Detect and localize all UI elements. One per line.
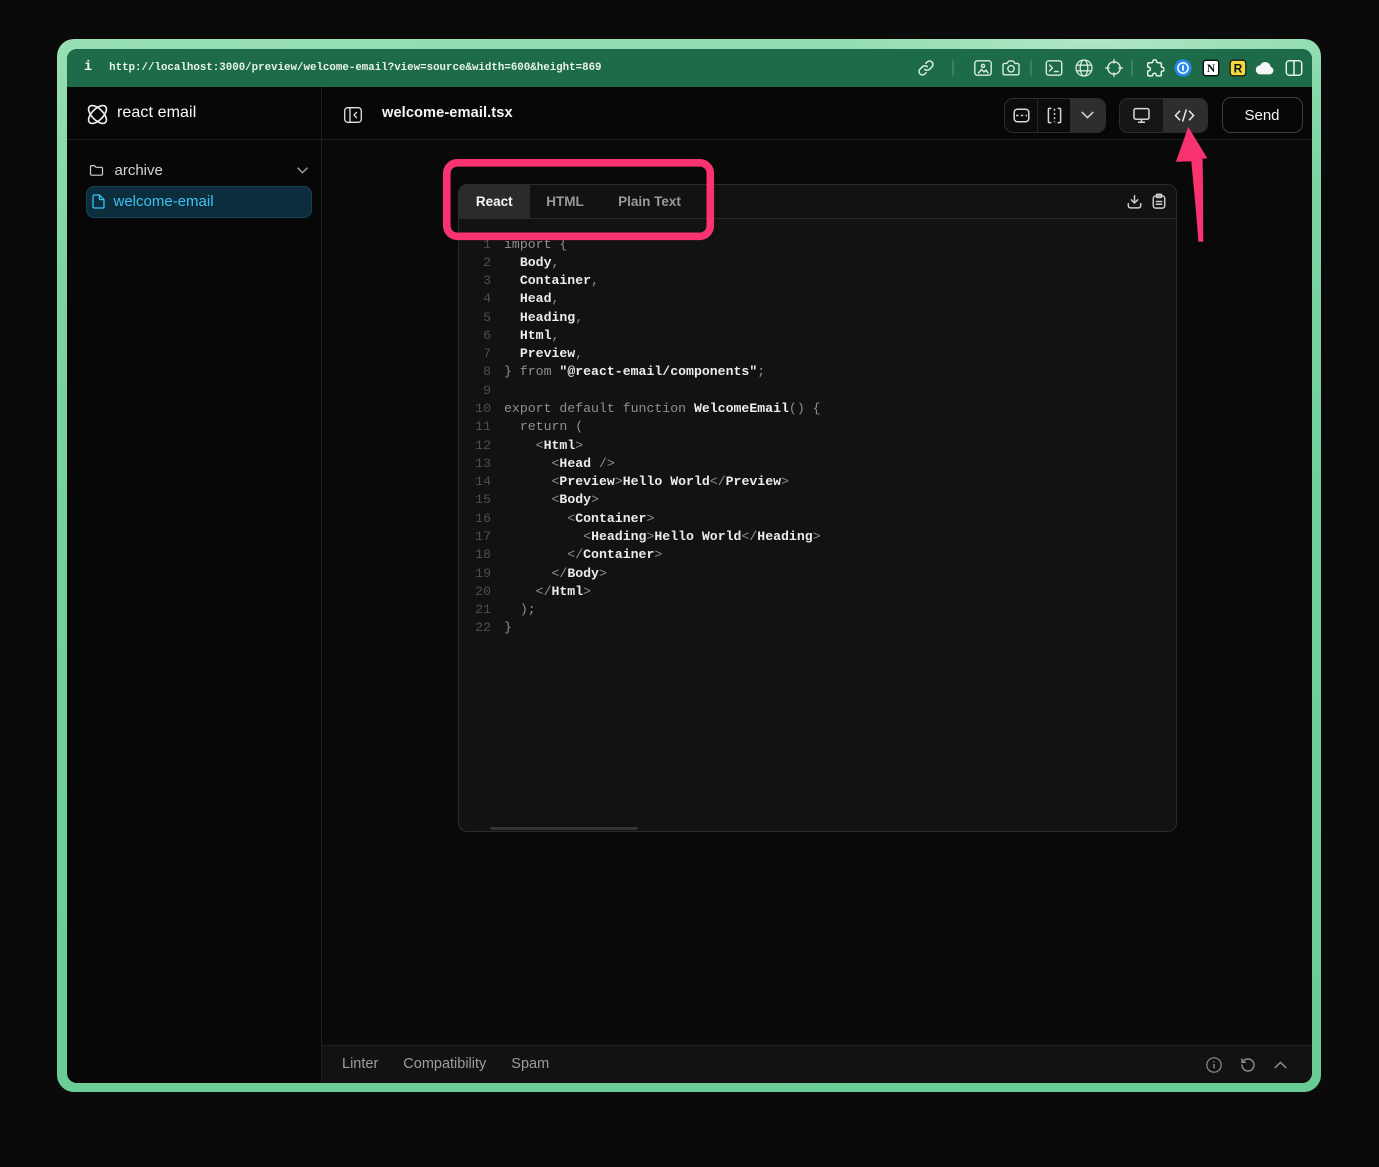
svg-text:N: N [1207,63,1216,75]
svg-text:R: R [1234,61,1243,75]
